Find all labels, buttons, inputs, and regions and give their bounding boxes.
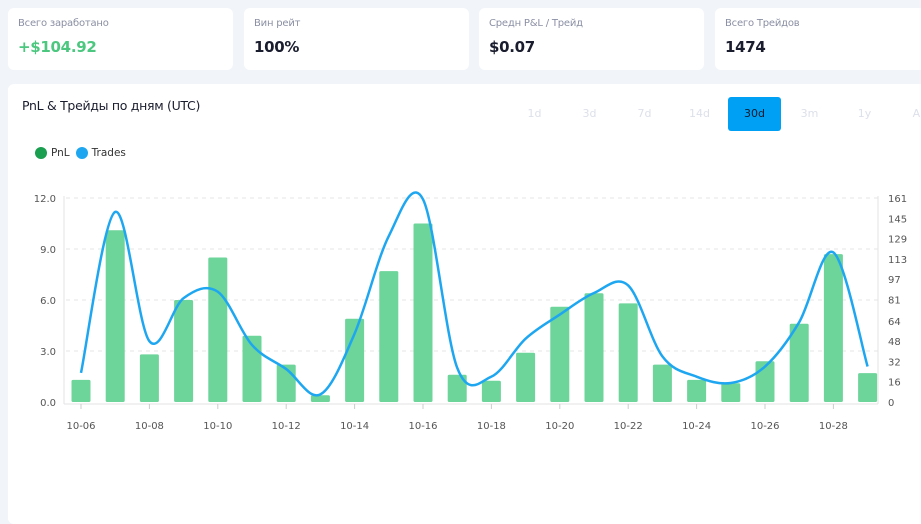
pnl-bar bbox=[106, 230, 125, 402]
pnl-bar bbox=[721, 383, 740, 402]
trades-line bbox=[81, 192, 868, 395]
x-tick-label: 10-06 bbox=[66, 421, 95, 432]
y-right-tick-label: 81 bbox=[888, 295, 901, 306]
y-right-tick-label: 161 bbox=[888, 194, 907, 205]
y-left-tick-label: 12.0 bbox=[34, 194, 56, 205]
x-tick-label: 10-20 bbox=[545, 421, 574, 432]
pnl-bar bbox=[653, 365, 672, 402]
y-right-tick-label: 97 bbox=[888, 275, 901, 286]
x-tick-label: 10-24 bbox=[682, 421, 711, 432]
pnl-bar bbox=[790, 324, 809, 402]
y-right-tick-label: 0 bbox=[888, 398, 894, 409]
x-tick-label: 10-12 bbox=[272, 421, 301, 432]
pnl-bar bbox=[72, 380, 91, 402]
x-tick-label: 10-08 bbox=[135, 421, 164, 432]
x-tick-label: 10-10 bbox=[203, 421, 232, 432]
pnl-bar bbox=[585, 293, 604, 402]
pnl-bar bbox=[311, 395, 330, 402]
x-tick-label: 10-16 bbox=[408, 421, 437, 432]
pnl-bar bbox=[414, 224, 433, 403]
pnl-bar bbox=[174, 300, 193, 402]
y-left-tick-label: 6.0 bbox=[40, 296, 56, 307]
x-tick-label: 10-22 bbox=[614, 421, 643, 432]
pnl-bar bbox=[687, 380, 706, 402]
pnl-bar bbox=[379, 271, 398, 402]
pnl-bar bbox=[858, 373, 877, 402]
y-right-tick-label: 16 bbox=[888, 378, 901, 389]
y-right-tick-label: 129 bbox=[888, 235, 907, 246]
y-left-tick-label: 3.0 bbox=[40, 347, 56, 358]
pnl-bar bbox=[208, 258, 227, 403]
pnl-bar bbox=[482, 381, 501, 402]
x-tick-label: 10-14 bbox=[340, 421, 369, 432]
y-right-tick-label: 48 bbox=[888, 337, 901, 348]
y-left-tick-label: 0.0 bbox=[40, 398, 56, 409]
y-right-tick-label: 64 bbox=[888, 317, 901, 328]
y-left-tick-label: 9.0 bbox=[40, 245, 56, 256]
y-right-tick-label: 113 bbox=[888, 255, 907, 266]
x-tick-label: 10-18 bbox=[477, 421, 506, 432]
y-right-tick-label: 32 bbox=[888, 357, 901, 368]
pnl-bar bbox=[516, 353, 535, 402]
y-right-tick-label: 145 bbox=[888, 214, 907, 225]
pnl-bar bbox=[140, 354, 159, 402]
pnl-bar bbox=[550, 307, 569, 402]
x-tick-label: 10-26 bbox=[750, 421, 779, 432]
x-tick-label: 10-28 bbox=[819, 421, 848, 432]
pnl-trades-chart: 0.0 3.0 6.0 9.0 12.0 0 16 32 48 64 81 97 113 129 145 16… bbox=[0, 0, 921, 512]
pnl-bar bbox=[824, 254, 843, 402]
pnl-bar bbox=[619, 303, 638, 402]
